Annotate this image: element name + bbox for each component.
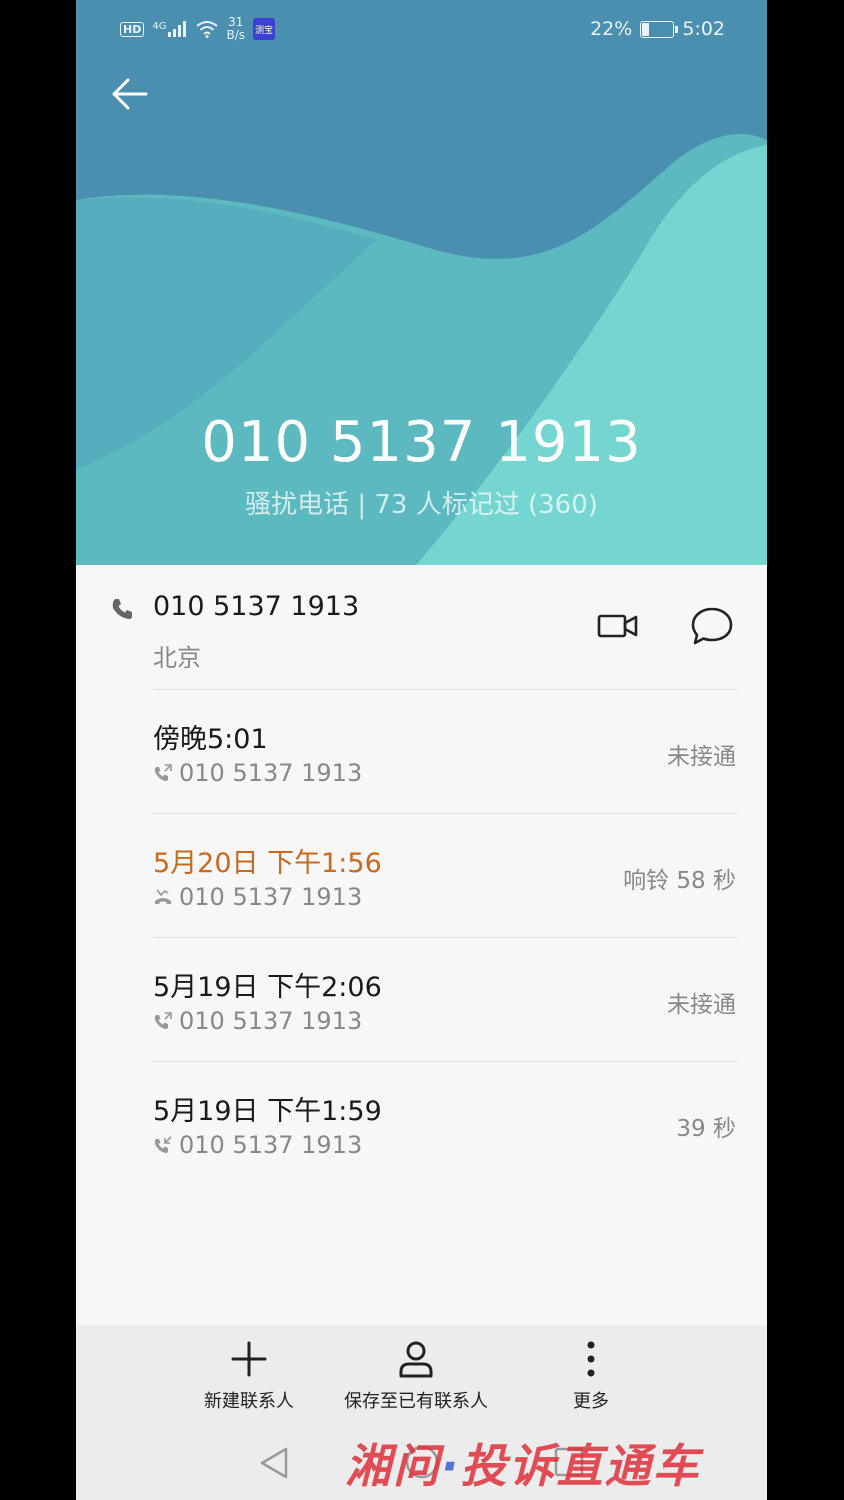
call-detail-screen: HD 4G 31 B/s 测宝 22% 5:02 010 5137 1913 骚… — [76, 0, 767, 1500]
call-log-row[interactable]: 5月19日 下午1:59 010 5137 1913 39 秒 — [76, 1061, 767, 1185]
call-time: 傍晚5:01 — [153, 724, 268, 755]
call-log-row[interactable]: 傍晚5:01 010 5137 1913 未接通 — [76, 689, 767, 813]
watermark-part2: 投诉直通车 — [460, 1439, 701, 1493]
message-bubble-icon — [691, 607, 733, 645]
network-speed: 31 B/s — [226, 16, 245, 42]
call-status: 响铃 58 秒 — [623, 868, 736, 894]
call-log-row[interactable]: 5月19日 下午2:06 010 5137 1913 未接通 — [76, 937, 767, 1061]
watermark-part1: 湘问 — [345, 1439, 441, 1493]
person-icon — [399, 1341, 433, 1378]
clock: 5:02 — [682, 18, 725, 40]
new-contact-button[interactable]: 新建联系人 — [204, 1339, 294, 1413]
caller-number: 010 5137 1913 — [201, 410, 642, 475]
hd-badge: HD — [120, 21, 145, 37]
watermark-logo: 湘问·投诉直通车 — [345, 1430, 700, 1496]
message-button[interactable] — [690, 605, 736, 647]
call-number: 010 5137 1913 — [179, 759, 363, 787]
wifi-icon — [196, 21, 219, 38]
wave-background — [76, 0, 767, 565]
speed-unit: B/s — [226, 28, 245, 42]
call-details-list: 010 5137 1913 北京 傍晚5:01 010 5137 1913 未接通 5… — [76, 565, 767, 1325]
call-log-row[interactable]: 5月20日 下午1:56 010 5137 1913 响铃 58 秒 — [76, 813, 767, 937]
battery-percent: 22% — [590, 18, 633, 40]
more-label: 更多 — [573, 1391, 609, 1412]
signal-icon: 4G — [152, 21, 188, 37]
status-bar-right: 22% 5:02 — [590, 12, 725, 46]
save-to-existing-button[interactable]: 保存至已有联系人 — [344, 1339, 488, 1413]
outgoing-call-icon — [154, 764, 172, 781]
outgoing-call-icon — [154, 1012, 172, 1029]
call-number-line: 010 5137 1913 — [153, 759, 737, 787]
network-type: 4G — [152, 21, 167, 32]
call-number: 010 5137 1913 — [179, 1007, 363, 1035]
app-badge-icon: 测宝 — [253, 18, 275, 40]
watermark-sep: · — [441, 1439, 461, 1493]
call-number: 010 5137 1913 — [179, 883, 363, 911]
call-time: 5月19日 下午1:59 — [153, 1096, 382, 1127]
call-number-line: 010 5137 1913 — [153, 1007, 737, 1035]
incoming-call-icon — [154, 1136, 172, 1153]
number-row[interactable]: 010 5137 1913 北京 — [76, 565, 767, 689]
plus-icon — [231, 1341, 267, 1377]
call-number-line: 010 5137 1913 — [153, 1131, 737, 1159]
call-time: 5月19日 下午2:06 — [153, 972, 382, 1003]
nav-back-icon[interactable] — [256, 1445, 292, 1481]
caller-header: HD 4G 31 B/s 测宝 22% 5:02 010 5137 1913 骚… — [76, 0, 767, 565]
call-status: 未接通 — [667, 744, 736, 770]
number-row-number: 010 5137 1913 — [153, 591, 360, 622]
battery-fill — [642, 22, 650, 36]
new-contact-label: 新建联系人 — [204, 1391, 294, 1412]
save-to-existing-label: 保存至已有联系人 — [344, 1391, 488, 1412]
back-button[interactable] — [106, 70, 154, 118]
battery-icon — [640, 20, 679, 38]
call-status: 未接通 — [667, 992, 736, 1018]
back-arrow-icon — [112, 78, 148, 110]
missed-call-icon — [155, 889, 171, 904]
speed-value: 31 — [228, 15, 244, 29]
more-vertical-icon — [587, 1341, 595, 1377]
number-row-location: 北京 — [153, 644, 201, 672]
video-camera-icon — [597, 614, 638, 638]
status-bar-left: HD 4G 31 B/s 测宝 — [120, 12, 275, 46]
bottom-toolbar: 新建联系人 保存至已有联系人 更多 — [76, 1325, 767, 1435]
phone-icon — [112, 599, 132, 619]
spam-tag-line: 骚扰电话 | 73 人标记过 (360) — [245, 490, 598, 520]
call-number: 010 5137 1913 — [179, 1131, 363, 1159]
video-call-button[interactable] — [596, 609, 644, 645]
more-button[interactable]: 更多 — [571, 1339, 611, 1413]
call-status: 39 秒 — [676, 1116, 736, 1142]
